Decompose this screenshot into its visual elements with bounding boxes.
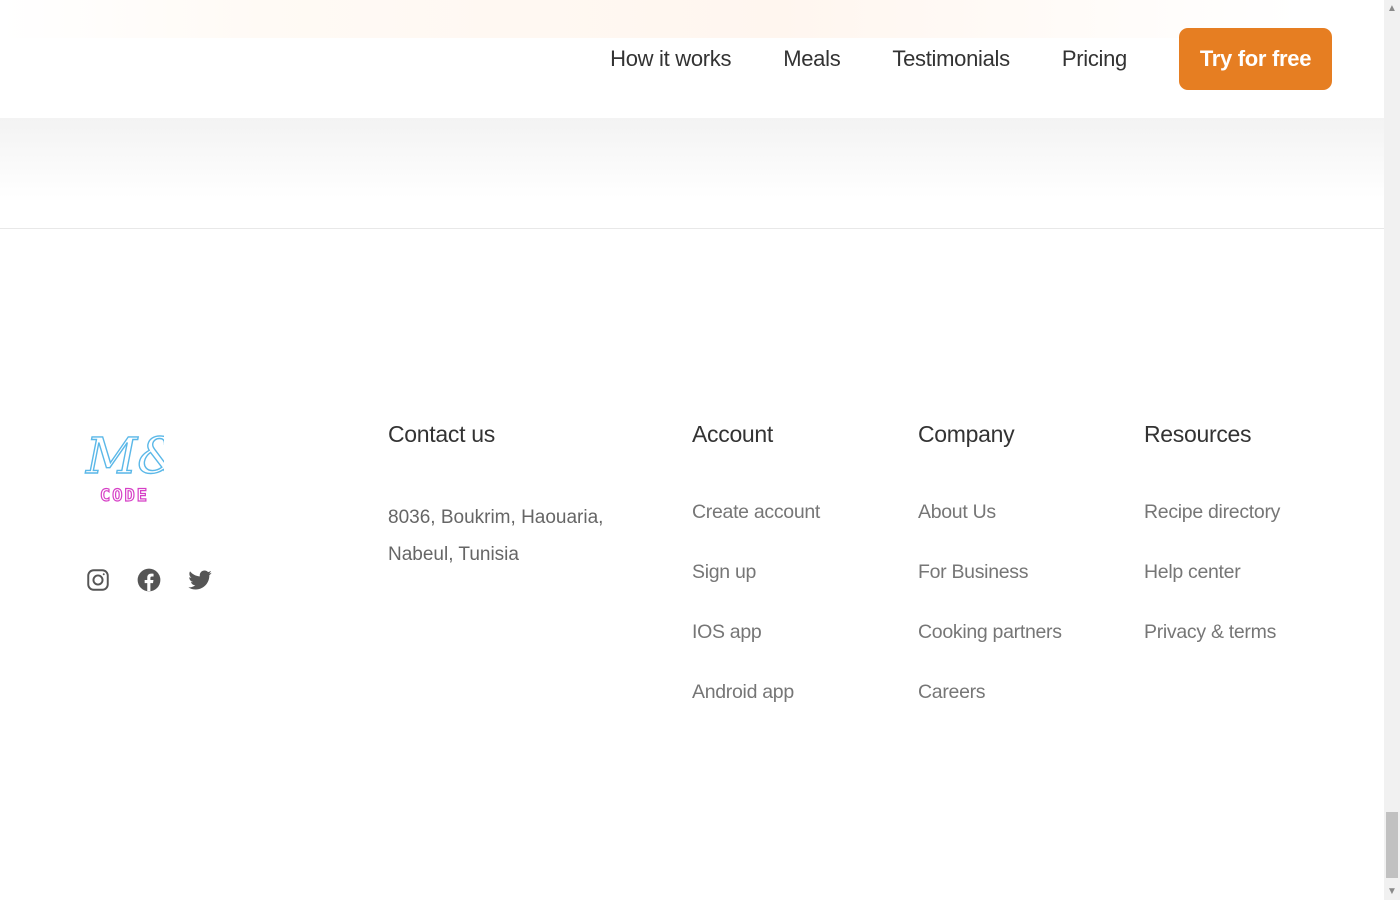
link-sign-up[interactable]: Sign up: [692, 557, 820, 617]
facebook-icon[interactable]: [135, 565, 163, 595]
company-column: Company About Us For Business Cooking pa…: [918, 419, 1062, 737]
account-column: Account Create account Sign up IOS app A…: [692, 419, 820, 737]
link-ios-app[interactable]: IOS app: [692, 617, 820, 677]
company-links: About Us For Business Cooking partners C…: [918, 497, 1062, 737]
twitter-icon[interactable]: [186, 565, 214, 595]
link-careers[interactable]: Careers: [918, 677, 1062, 737]
site-footer: M& CODE: [0, 229, 1384, 900]
link-android-app[interactable]: Android app: [692, 677, 820, 737]
link-privacy-terms[interactable]: Privacy & terms: [1144, 617, 1280, 677]
link-create-account[interactable]: Create account: [692, 497, 820, 557]
nav-link-pricing[interactable]: Pricing: [1062, 46, 1127, 72]
resources-title: Resources: [1144, 421, 1252, 447]
nav-link-testimonials[interactable]: Testimonials: [892, 46, 1010, 72]
logo[interactable]: M& CODE: [84, 423, 182, 509]
instagram-icon[interactable]: [84, 565, 112, 595]
main-nav: How it works Meals Testimonials Pricing …: [610, 28, 1332, 90]
nav-link-how-it-works[interactable]: How it works: [610, 46, 731, 72]
company-title: Company: [918, 421, 1015, 447]
scrollbar-thumb[interactable]: [1386, 812, 1398, 878]
page: How it works Meals Testimonials Pricing …: [0, 0, 1384, 900]
try-for-free-button[interactable]: Try for free: [1179, 28, 1332, 90]
address-line-2: Nabeul, Tunisia: [388, 544, 519, 565]
link-help-center[interactable]: Help center: [1144, 557, 1280, 617]
scroll-up-arrow-icon[interactable]: ▲: [1384, 0, 1400, 17]
link-recipe-directory[interactable]: Recipe directory: [1144, 497, 1280, 557]
site-header: How it works Meals Testimonials Pricing …: [0, 0, 1384, 118]
account-title: Account: [692, 421, 774, 447]
contact-address: 8036, Boukrim, Haouaria, Nabeul, Tunisia: [388, 499, 618, 573]
logo-script: M&: [85, 427, 164, 485]
link-cooking-partners[interactable]: Cooking partners: [918, 617, 1062, 677]
logo-subtext: CODE: [100, 486, 149, 506]
scroll-down-arrow-icon[interactable]: ▼: [1384, 883, 1400, 900]
link-about-us[interactable]: About Us: [918, 497, 1062, 557]
header-shadow: [0, 118, 1384, 198]
contact-title: Contact us: [388, 421, 495, 447]
nav-link-meals[interactable]: Meals: [783, 46, 840, 72]
social-links: [84, 565, 214, 595]
link-for-business[interactable]: For Business: [918, 557, 1062, 617]
address-line-1: 8036, Boukrim, Haouaria,: [388, 507, 604, 528]
account-links: Create account Sign up IOS app Android a…: [692, 497, 820, 737]
vertical-scrollbar[interactable]: ▲ ▼: [1384, 0, 1400, 900]
logo-mark: M& CODE: [84, 426, 182, 506]
contact-column: Contact us 8036, Boukrim, Haouaria, Nabe…: [388, 419, 618, 573]
resources-column: Resources Recipe directory Help center P…: [1144, 419, 1280, 677]
resources-links: Recipe directory Help center Privacy & t…: [1144, 497, 1280, 677]
